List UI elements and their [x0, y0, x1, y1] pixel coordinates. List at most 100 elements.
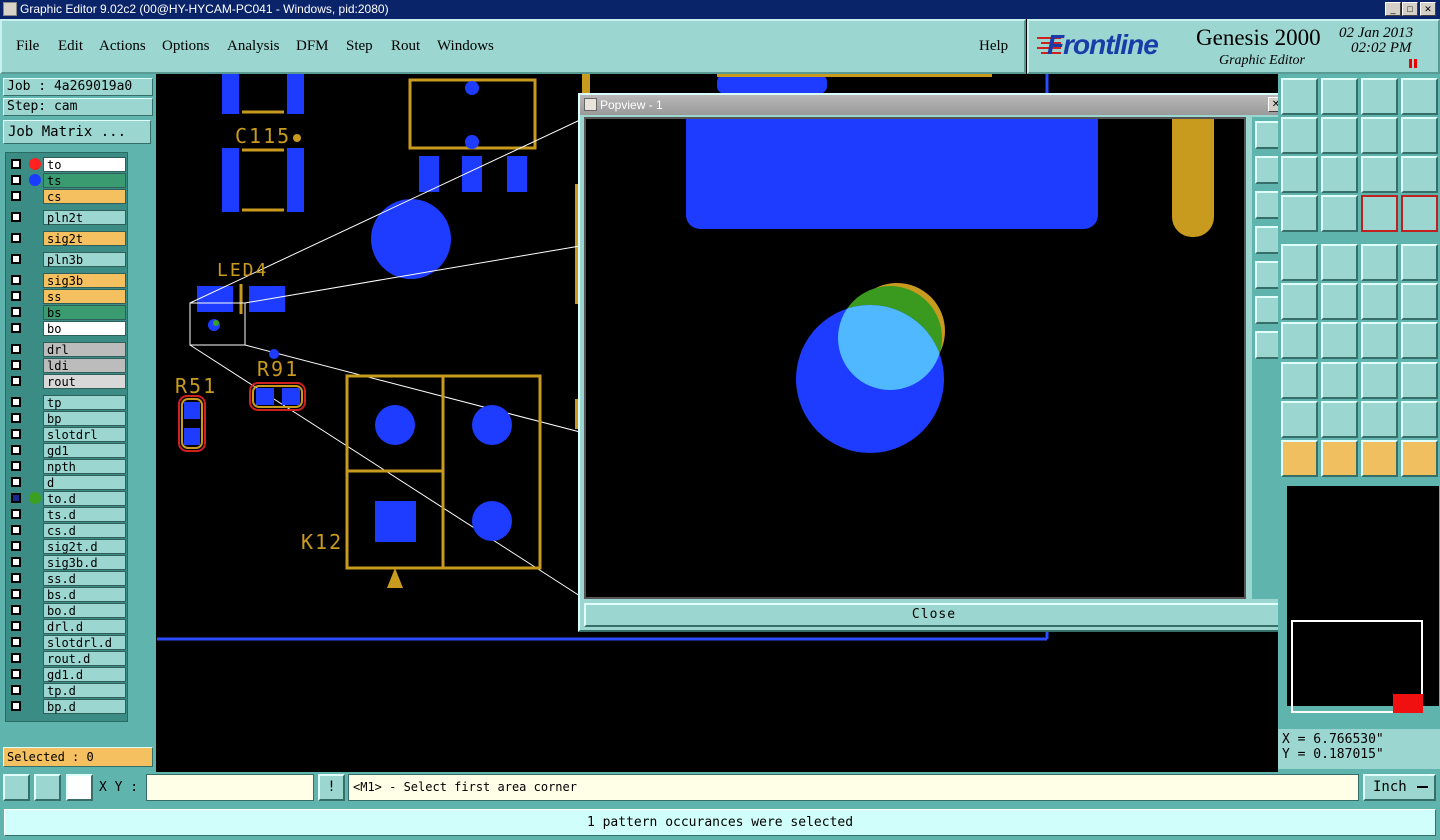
arc-icon[interactable] — [1361, 322, 1398, 359]
layer-row[interactable]: pln2t — [9, 210, 126, 225]
layer-name[interactable]: bo.d — [43, 603, 126, 618]
layer-name[interactable]: drl — [43, 342, 126, 357]
layer-checkbox[interactable] — [11, 637, 21, 647]
layer-row[interactable]: slotdrl.d — [9, 635, 126, 650]
xy-input[interactable] — [146, 774, 314, 801]
align-icon[interactable] — [1401, 117, 1438, 154]
layer-row[interactable]: cs — [9, 189, 126, 204]
layer-name[interactable]: to — [43, 157, 126, 172]
select-icon[interactable] — [1281, 362, 1318, 399]
node-icon[interactable] — [1281, 283, 1318, 320]
layer-name[interactable]: pln3b — [43, 252, 126, 267]
bottom-icon[interactable] — [1321, 78, 1358, 115]
layer-row[interactable]: sig2t.d — [9, 539, 126, 554]
slope-icon[interactable] — [1321, 322, 1358, 359]
layer-row[interactable]: ts — [9, 173, 126, 188]
layer-checkbox[interactable] — [11, 445, 21, 455]
area-3-icon[interactable] — [1361, 401, 1398, 438]
layer-name[interactable]: to.d — [43, 491, 126, 506]
maximize-button[interactable]: □ — [1402, 2, 1418, 16]
cut-icon[interactable] — [1281, 322, 1318, 359]
menu-file[interactable]: File — [16, 38, 39, 55]
layer-row[interactable]: tp.d — [9, 683, 126, 698]
layer-row[interactable]: sig3b.d — [9, 555, 126, 570]
layer-name[interactable]: pln2t — [43, 210, 126, 225]
menu-rout[interactable]: Rout — [391, 38, 420, 55]
layer-checkbox[interactable] — [11, 557, 21, 567]
layer-checkbox[interactable] — [11, 493, 21, 503]
layer-checkbox[interactable] — [11, 589, 21, 599]
ruler-icon[interactable] — [1361, 244, 1398, 281]
units-select[interactable]: Inch — [1363, 774, 1436, 801]
menu-options[interactable]: Options — [162, 38, 210, 55]
pad-icon[interactable] — [1281, 244, 1318, 281]
layer-name[interactable]: rout — [43, 374, 126, 389]
box-select-icon[interactable] — [1321, 440, 1358, 477]
layer-checkbox[interactable] — [11, 291, 21, 301]
menu-actions[interactable]: Actions — [99, 38, 146, 55]
drill-red-2-icon[interactable] — [1401, 195, 1438, 232]
layer-row[interactable]: slotdrl — [9, 427, 126, 442]
layer-name[interactable]: drl.d — [43, 619, 126, 634]
layer-row[interactable]: bo — [9, 321, 126, 336]
layer-checkbox[interactable] — [11, 307, 21, 317]
overview-map[interactable] — [1287, 486, 1439, 713]
center-icon[interactable] — [1321, 156, 1358, 193]
layer-checkbox[interactable] — [11, 376, 21, 386]
layer-row[interactable]: pln3b — [9, 252, 126, 267]
layer-row[interactable]: to — [9, 157, 126, 172]
layer-row[interactable]: d — [9, 475, 126, 490]
layer-name[interactable]: sig2t.d — [43, 539, 126, 554]
layer-row[interactable]: bp.d — [9, 699, 126, 714]
layer-row[interactable]: ldi — [9, 358, 126, 373]
cross-icon[interactable] — [1321, 283, 1358, 320]
snap-icon[interactable] — [3, 774, 30, 801]
layer-name[interactable]: bs.d — [43, 587, 126, 602]
layer-name[interactable]: d — [43, 475, 126, 490]
scale-icon[interactable] — [1361, 156, 1398, 193]
minimize-button[interactable]: _ — [1385, 2, 1401, 16]
popview-close-button[interactable]: Close — [584, 603, 1284, 627]
layer-row[interactable]: gd1.d — [9, 667, 126, 682]
layer-name[interactable]: sig3b.d — [43, 555, 126, 570]
area-icon[interactable] — [1281, 401, 1318, 438]
layer-checkbox[interactable] — [11, 573, 21, 583]
layer-checkbox[interactable] — [11, 254, 21, 264]
layer-row[interactable]: ss.d — [9, 571, 126, 586]
layer-name[interactable]: cs — [43, 189, 126, 204]
layer-checkbox[interactable] — [11, 191, 21, 201]
layer-checkbox[interactable] — [11, 275, 21, 285]
alert-icon[interactable]: ! — [318, 774, 345, 801]
layer-checkbox[interactable] — [11, 701, 21, 711]
job-matrix-button[interactable]: Job Matrix ... — [3, 120, 151, 144]
layer-checkbox[interactable] — [11, 344, 21, 354]
menu-dfm[interactable]: DFM — [296, 38, 329, 55]
layer-checkbox[interactable] — [11, 429, 21, 439]
measure-icon[interactable] — [1361, 362, 1398, 399]
layer-row[interactable]: drl — [9, 342, 126, 357]
layer-row[interactable]: bs.d — [9, 587, 126, 602]
layer-row[interactable]: sig3b — [9, 273, 126, 288]
left-icon[interactable] — [1281, 117, 1318, 154]
layer-name[interactable]: tp — [43, 395, 126, 410]
layer-checkbox[interactable] — [11, 233, 21, 243]
layer-name[interactable]: ts.d — [43, 507, 126, 522]
line-add-icon[interactable] — [1361, 283, 1398, 320]
arrow-select-icon[interactable] — [1361, 440, 1398, 477]
layer-checkbox[interactable] — [11, 685, 21, 695]
layer-name[interactable]: slotdrl.d — [43, 635, 126, 650]
route-icon[interactable] — [1401, 440, 1438, 477]
line-icon[interactable] — [1321, 362, 1358, 399]
arrow-icon[interactable] — [1281, 440, 1318, 477]
menu-help[interactable]: Help — [979, 38, 1008, 55]
layer-name[interactable]: ss — [43, 289, 126, 304]
layer-row[interactable]: sig2t — [9, 231, 126, 246]
layer-checkbox[interactable] — [11, 653, 21, 663]
menu-step[interactable]: Step — [346, 38, 373, 55]
layer-checkbox[interactable] — [11, 605, 21, 615]
layer-name[interactable]: bp — [43, 411, 126, 426]
menu-edit[interactable]: Edit — [58, 38, 83, 55]
layer-row[interactable]: cs.d — [9, 523, 126, 538]
layer-row[interactable]: bs — [9, 305, 126, 320]
feature-icon[interactable] — [1281, 195, 1318, 232]
